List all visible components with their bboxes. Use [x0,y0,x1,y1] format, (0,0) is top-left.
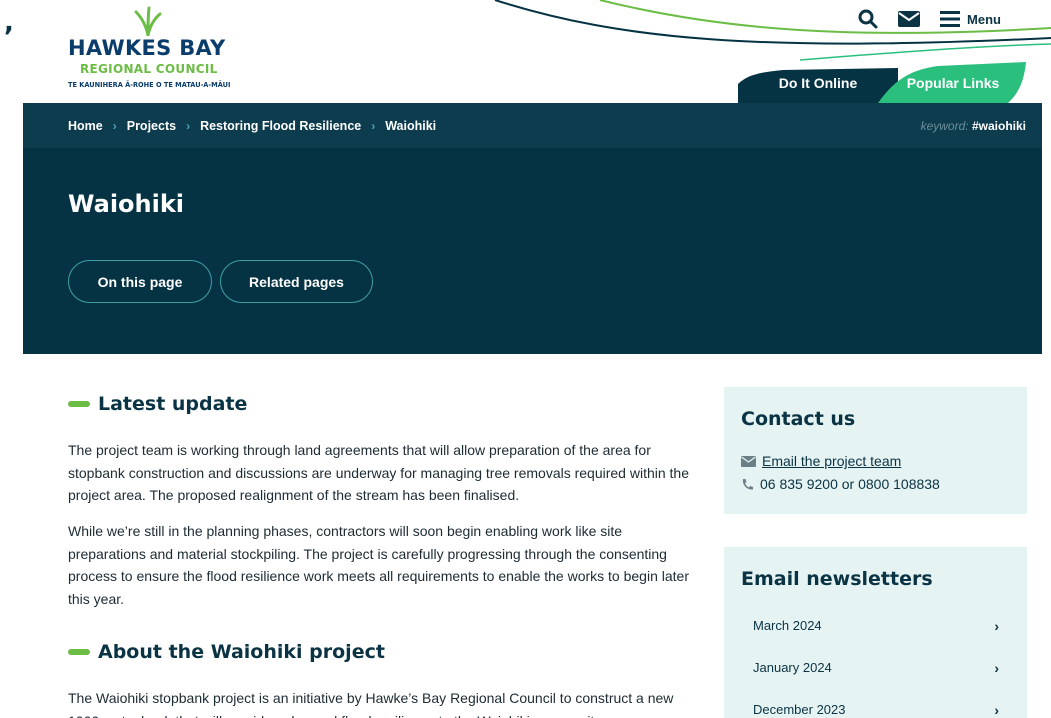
breadcrumb-home[interactable]: Home [68,119,103,133]
paragraph: The Waiohiki stopbank project is an init… [68,690,674,718]
paragraph: The project team is working through land… [68,442,690,503]
breadcrumb-projects[interactable]: Projects [127,119,176,133]
keyword-value: #waiohiki [971,118,1026,133]
tab-popular-links-label: Popular Links [906,74,1000,91]
newsletters-heading: Email newsletters [741,568,933,590]
newsletter-item-january-2024[interactable]: January 2024 › [724,647,1027,688]
breadcrumb-separator: › [186,118,191,133]
logo-title: HAWKES BAY [68,36,226,60]
newsletter-item-label: March 2024 [753,618,822,633]
newsletters-card: Email newsletters March 2024 › January 2… [724,547,1027,718]
hero-banner: Waiohiki On this page Related pages [23,148,1042,354]
header-utility-nav: Menu [838,6,1001,32]
page-title: Waiohiki [68,190,185,218]
tab-do-it-online[interactable]: Do It Online [738,62,898,103]
menu-label: Menu [967,11,1001,27]
page-keyword: keyword: #waiohiki [921,119,1026,133]
chevron-right-icon: › [994,701,999,718]
logo-tagline: TE KAUNIHERA Ā-ROHE O TE MATAU-A-MĀUI [68,81,231,89]
breadcrumb-bar: Home › Projects › Restoring Flood Resili… [23,103,1042,148]
contact-phone-row: 06 835 9200 or 0800 108838 [741,476,940,492]
section-heading-text: About the Waiohiki project [98,641,385,663]
tab-do-it-online-label: Do It Online [778,74,858,91]
section-heading-about-project: About the Waiohiki project [68,638,385,666]
menu-button[interactable]: Menu [940,11,1001,27]
newsletter-item-march-2024[interactable]: March 2024 › [724,605,1027,646]
hamburger-icon [940,11,961,27]
email-project-team-link[interactable]: Email the project team [762,453,901,469]
breadcrumb-restoring-flood-resilience[interactable]: Restoring Flood Resilience [200,119,361,133]
breadcrumb-separator: › [371,118,376,133]
tab-popular-links[interactable]: Popular Links [878,62,1028,103]
search-icon [858,9,878,29]
section-heading-text: Latest update [98,393,248,415]
heading-dash-icon [68,401,90,407]
on-this-page-button[interactable]: On this page [68,260,212,303]
mail-icon [898,11,921,27]
paragraph: While we’re still in the planning phases… [68,523,689,607]
newsletter-item-december-2023[interactable]: December 2023 › [724,689,1027,718]
phone-icon [741,478,754,491]
contact-email-row: Email the project team [741,453,901,469]
logo-subtitle: REGIONAL COUNCIL [80,62,218,76]
breadcrumb-separator: › [112,118,117,133]
stray-mark: , [4,8,14,38]
newsletter-item-label: January 2024 [753,660,832,675]
envelope-icon [741,455,756,467]
related-pages-button[interactable]: Related pages [220,260,373,303]
keyword-label: keyword: [920,118,969,133]
phone-numbers[interactable]: 06 835 9200 or 0800 108838 [760,476,940,492]
contact-heading: Contact us [741,408,856,430]
chevron-right-icon: › [994,659,999,676]
newsletter-item-label: December 2023 [753,702,846,717]
site-header: , HAWKES BAY REGIONAL COUNCIL TE KAUNIHE… [0,0,1051,103]
chevron-right-icon: › [994,617,999,634]
contact-card: Contact us Email the project team 06 835… [724,387,1027,514]
breadcrumb: Home › Projects › Restoring Flood Resili… [68,119,436,133]
breadcrumb-current-page[interactable]: Waiohiki [385,119,436,133]
logo-leaf-icon [134,6,162,36]
email-button[interactable] [898,11,921,27]
heading-dash-icon [68,649,90,655]
search-button[interactable] [858,9,878,29]
section-heading-latest-update: Latest update [68,390,247,418]
